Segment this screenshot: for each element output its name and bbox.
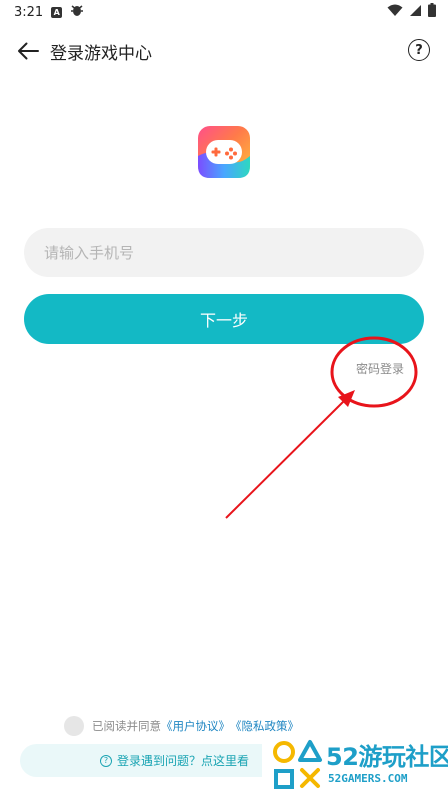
wifi-icon bbox=[387, 4, 403, 21]
help-bar-text: 登录遇到问题？点这里看 bbox=[117, 754, 250, 768]
arrow-left-icon bbox=[18, 42, 39, 60]
header: 登录游戏中心 ? bbox=[0, 30, 448, 72]
watermark-logo bbox=[273, 740, 322, 789]
login-help-bar[interactable]: ? 登录遇到问题？点这里看 bbox=[20, 744, 290, 777]
question-mark-icon: ? bbox=[415, 42, 423, 58]
question-circle-icon: ? bbox=[100, 754, 112, 767]
annotation-arrow-line bbox=[225, 397, 348, 519]
status-left: 3:21 A bbox=[14, 3, 84, 21]
watermark: 52游玩社区 52GAMERS.COM bbox=[262, 732, 448, 798]
annotation-arrowhead bbox=[338, 390, 355, 407]
agree-checkbox[interactable] bbox=[64, 716, 84, 736]
watermark-brand-name: 游玩社区 bbox=[358, 743, 448, 771]
password-login-link[interactable]: 密码登录 bbox=[356, 360, 404, 377]
help-button[interactable]: ? bbox=[408, 39, 430, 61]
battery-icon bbox=[428, 3, 436, 21]
watermark-brand-number: 52 bbox=[326, 743, 359, 771]
watermark-brand: 52游玩社区 bbox=[326, 737, 448, 772]
back-button[interactable] bbox=[12, 36, 44, 66]
status-right bbox=[387, 3, 436, 21]
red-annotation bbox=[225, 336, 418, 519]
notification-a-icon: A bbox=[51, 6, 63, 18]
user-agreement-link[interactable]: 《用户协议》 bbox=[161, 718, 230, 734]
status-bar: 3:21 A bbox=[0, 0, 448, 24]
signal-icon bbox=[409, 4, 422, 21]
watermark-domain: 52GAMERS.COM bbox=[328, 772, 408, 785]
page-title: 登录游戏中心 bbox=[50, 44, 152, 64]
next-step-button[interactable]: 下一步 bbox=[24, 294, 424, 344]
phone-input[interactable] bbox=[24, 228, 424, 277]
status-time: 3:21 bbox=[14, 4, 44, 20]
app-logo bbox=[198, 126, 250, 178]
agreement-prefix: 已阅读并同意 bbox=[92, 719, 161, 733]
bug-icon bbox=[70, 3, 84, 21]
